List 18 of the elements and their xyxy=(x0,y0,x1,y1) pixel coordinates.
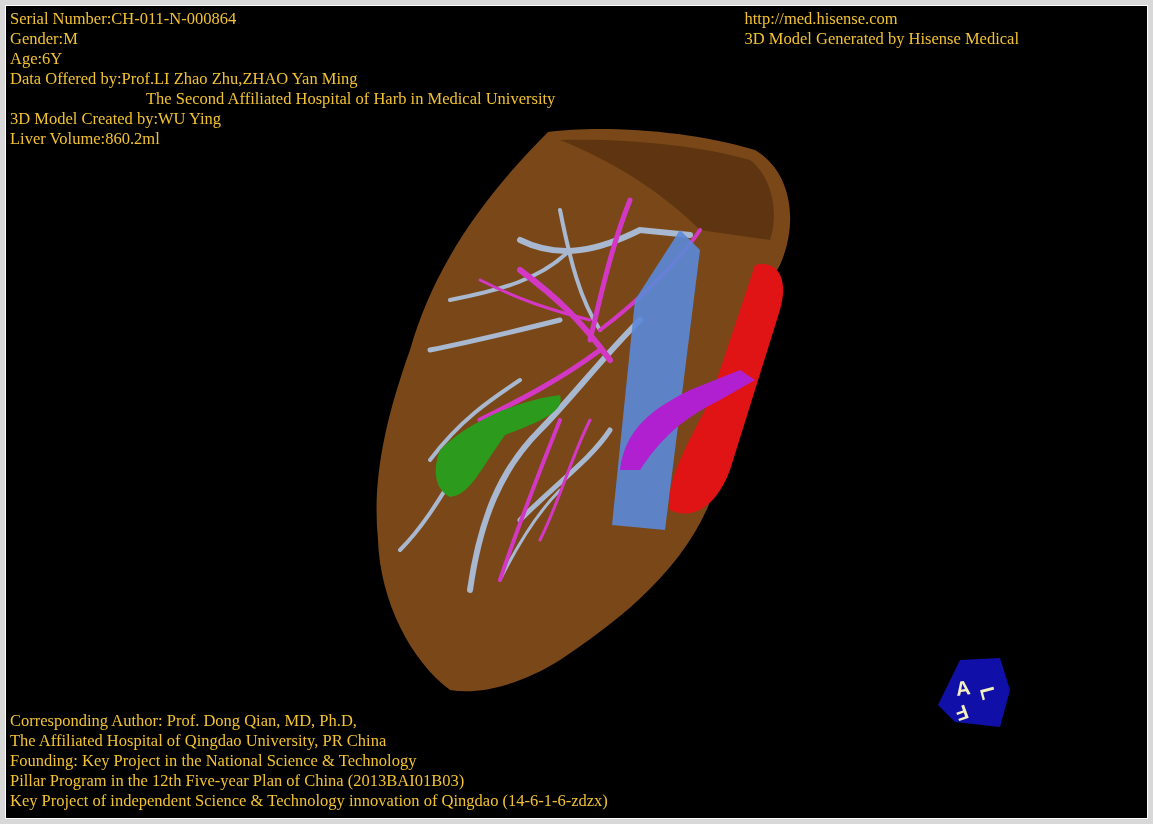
info-text: Key Project of independent Science & Technology innovation of Qingdao (14-6-1-6-zdzx) xyxy=(10,791,608,811)
info-text: Founding: Key Project in the National Science & Technology xyxy=(10,751,417,771)
orientation-label: L xyxy=(975,684,1001,702)
orientation-label: F xyxy=(952,700,972,726)
info-text: Serial Number:CH-011-N-000864 xyxy=(10,9,237,29)
info-text: Pillar Program in the 12th Five-year Plan of China (2013BAI01B03) xyxy=(10,771,465,791)
orientation-label: A xyxy=(954,676,972,700)
orientation-cube-icon[interactable] xyxy=(938,658,1010,727)
info-text: Liver Volume:860.2ml xyxy=(10,129,160,149)
info-text: Age:6Y xyxy=(10,49,63,69)
info-text: Corresponding Author: Prof. Dong Qian, MD, Ph.D, xyxy=(10,711,357,731)
info-text: 3D Model Created by:WU Ying xyxy=(10,109,222,129)
info-text: Data Offered by:Prof.LI Zhao Zhu,ZHAO Yan Ming xyxy=(10,69,358,89)
info-text: Gender:M xyxy=(10,29,78,49)
info-text: http://med.hisense.com xyxy=(744,9,898,29)
info-text: The Second Affiliated Hospital of Harb in Medical University xyxy=(145,89,556,109)
info-text: The Affiliated Hospital of Qingdao University, PR China xyxy=(10,731,387,751)
info-text: 3D Model Generated by Hisense Medical xyxy=(744,29,1019,49)
